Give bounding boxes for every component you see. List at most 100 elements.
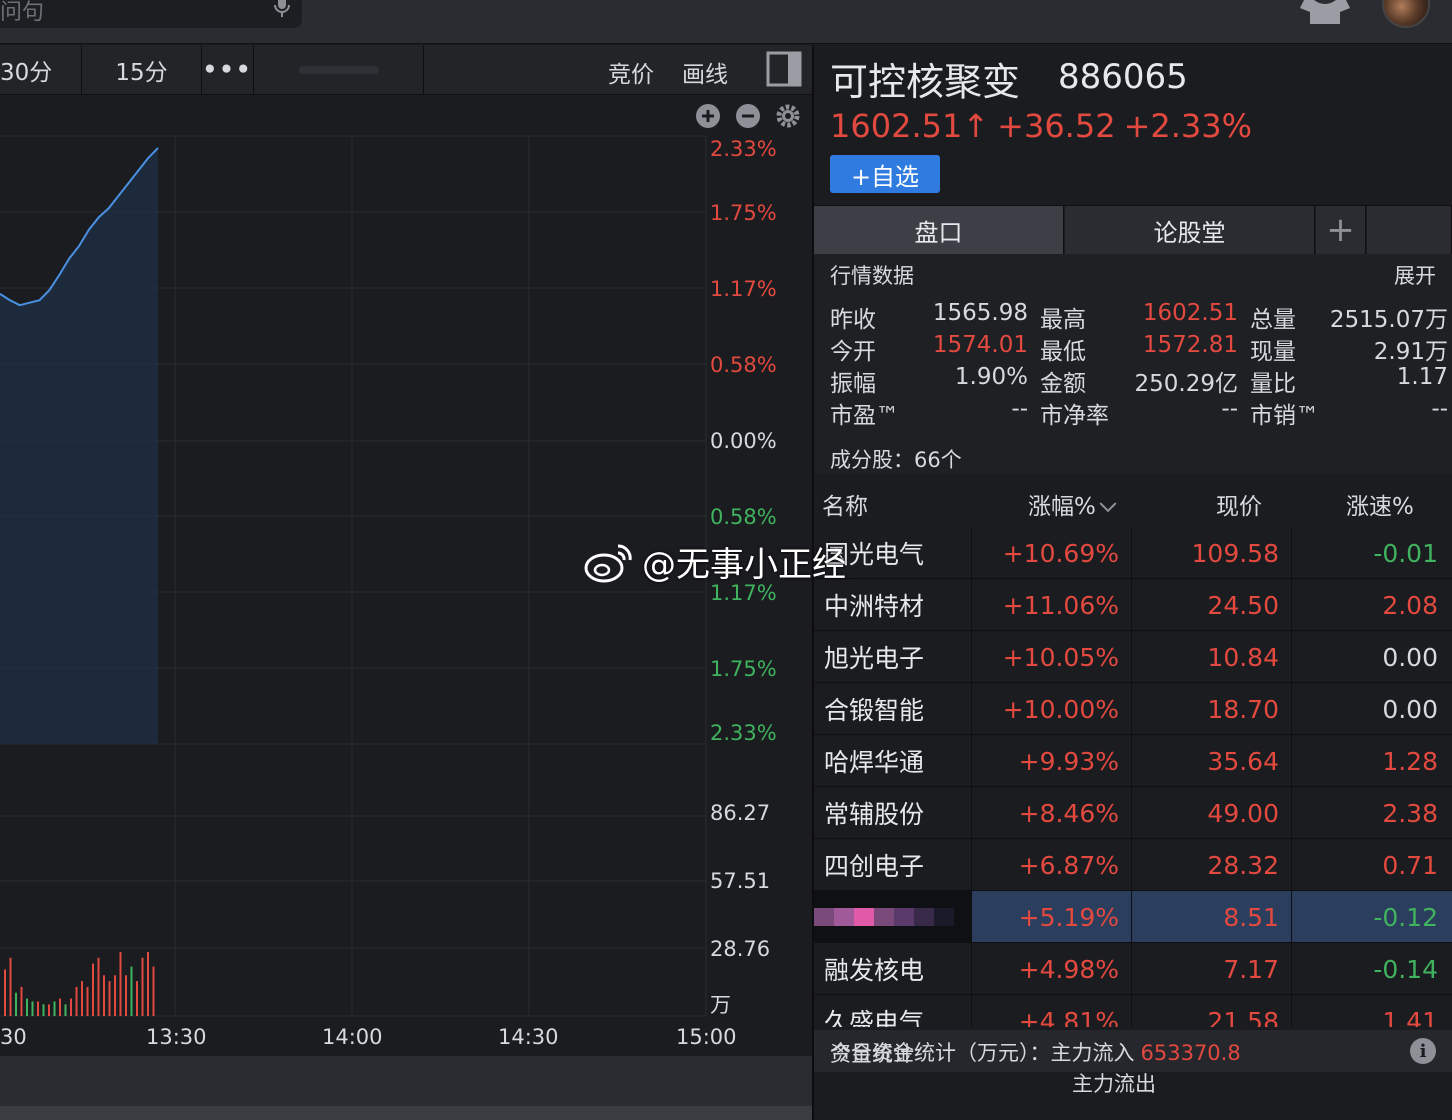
- skin-shirt-icon[interactable]: [1300, 0, 1350, 24]
- weibo-logo-icon: [584, 544, 632, 583]
- header-change-label: 涨幅%: [1028, 494, 1096, 520]
- expand-button[interactable]: 展开: [1394, 260, 1436, 290]
- stock-detail-panel: 可控核聚变 886065 1602.51↑ +36.52 +2.33% +自选 盘口…: [814, 45, 1452, 1120]
- chart-scrollbar[interactable]: [0, 1106, 812, 1120]
- speed-cell: 1.41: [1382, 1006, 1438, 1028]
- stock-name-cell[interactable]: 融发核电: [814, 943, 972, 995]
- detail-tabs: 盘口 论股堂 +: [814, 205, 1452, 254]
- speed-cell: -0.14: [1373, 954, 1438, 984]
- price-cell: 49.00: [1132, 787, 1292, 839]
- zoom-out-icon[interactable]: [736, 104, 760, 128]
- add-tab-button[interactable]: +: [1316, 206, 1366, 254]
- volume-bar: [37, 1001, 39, 1016]
- stock-name-cell[interactable]: 四创电子: [814, 839, 972, 891]
- volume-bar: [147, 952, 149, 1016]
- volume-bar: [141, 957, 144, 1016]
- volume-axis-label: 86.27: [710, 801, 770, 825]
- tab-pankou[interactable]: 盘口: [814, 206, 1064, 254]
- add-to-watchlist-button[interactable]: +自选: [830, 155, 940, 193]
- zoom-in-icon[interactable]: [696, 104, 720, 128]
- stock-name-cell[interactable]: 久盛电气: [814, 995, 972, 1027]
- quote-label: 今开: [830, 339, 876, 365]
- quote-row: 今开 1574.01 最低 1572.81 现量 2.91万: [814, 332, 1452, 365]
- quote-label: 市销™: [1250, 403, 1319, 429]
- info-icon[interactable]: i: [1410, 1038, 1436, 1064]
- header-price[interactable]: 现价: [1216, 487, 1262, 521]
- change-pct-cell: +10.05%: [972, 631, 1132, 683]
- search-box[interactable]: 问句: [0, 0, 302, 28]
- chart-status-bar: [0, 1056, 812, 1106]
- speed-cell: 0.71: [1382, 850, 1438, 880]
- pct-axis-label: 1.17%: [710, 277, 777, 301]
- volume-bar: [103, 975, 105, 1016]
- chart-toolbar: 30分 15分 ••• 竞价 画线: [0, 45, 812, 95]
- tab-spacer: [1367, 206, 1452, 254]
- time-axis-label: 14:00: [322, 1025, 383, 1049]
- header-speed[interactable]: 涨速%: [1346, 487, 1414, 521]
- quote-row: 振幅 1.90% 金额 250.29亿 量比 1.17: [814, 364, 1452, 397]
- stock-name-cell[interactable]: 合锻智能: [814, 683, 972, 735]
- volume-bar: [125, 975, 127, 1016]
- change-pct-cell: +4.81%: [972, 995, 1132, 1027]
- volume-bar: [59, 998, 61, 1016]
- pct-axis-label: 0.58%: [710, 505, 777, 529]
- microphone-icon[interactable]: [270, 0, 294, 18]
- list-row[interactable]: 融发核电 +4.98% 7.17 -0.14: [814, 943, 1452, 995]
- price-cell: 8.51: [1132, 891, 1292, 943]
- stock-code: 886065: [1058, 57, 1188, 97]
- stock-name-cell[interactable]: 旭光电子: [814, 631, 972, 683]
- change-pct-cell: +10.69%: [972, 527, 1132, 579]
- stock-name-cell[interactable]: 常辅股份: [814, 787, 972, 839]
- list-row[interactable]: +5.19% 8.51 -0.12: [814, 891, 1452, 943]
- quote-label: 最高: [1040, 307, 1086, 333]
- panel-layout-icon[interactable]: [766, 51, 802, 87]
- volume-axis-label: 万: [710, 993, 731, 1017]
- settings-gear-icon[interactable]: [776, 104, 800, 128]
- quote-label: 振幅: [830, 371, 876, 397]
- speed-cell: -0.01: [1373, 538, 1438, 568]
- bidding-button[interactable]: 竞价: [608, 55, 654, 89]
- period-30min-tab[interactable]: 30分: [0, 45, 82, 95]
- stock-name-cell[interactable]: 哈焊华通: [814, 735, 972, 787]
- list-row[interactable]: 合锻智能 +10.00% 18.70 0.00: [814, 683, 1452, 735]
- price-change: +36.52: [997, 107, 1116, 145]
- time-axis-label: 15:00: [676, 1025, 737, 1049]
- pct-axis-label: 1.75%: [710, 657, 777, 681]
- list-row[interactable]: 哈焊华通 +9.93% 35.64 1.28: [814, 735, 1452, 787]
- volume-bar: [64, 1004, 67, 1016]
- volume-bar: [70, 998, 72, 1016]
- quote-value: 1.90%: [954, 364, 1028, 390]
- price-line: 1602.51↑ +36.52 +2.33%: [830, 107, 1260, 145]
- quote-row: 昨收 1565.98 最高 1602.51 总量 2515.07万: [814, 300, 1452, 333]
- user-avatar[interactable]: [1382, 0, 1430, 28]
- list-row[interactable]: 四创电子 +6.87% 28.32 0.71: [814, 839, 1452, 891]
- price-cell: 18.70: [1132, 683, 1292, 735]
- weibo-watermark: @无事小正经: [584, 536, 846, 586]
- change-pct-cell: +10.00%: [972, 683, 1132, 735]
- search-input[interactable]: 问句: [0, 0, 44, 26]
- more-periods-button[interactable]: •••: [202, 45, 254, 95]
- price-cell: 109.58: [1132, 527, 1292, 579]
- volume-bar: [114, 975, 116, 1016]
- constituent-list-header: 名称 涨幅% 现价 涨速%: [814, 475, 1452, 527]
- list-row[interactable]: 久盛电气 +4.81% 21.58 1.41: [814, 995, 1452, 1027]
- blur-placeholder: [298, 66, 379, 74]
- period-15min-tab[interactable]: 15分: [82, 45, 202, 95]
- list-row[interactable]: 中洲特材 +11.06% 24.50 2.08: [814, 579, 1452, 631]
- list-row[interactable]: 国光电气 +10.69% 109.58 -0.01: [814, 527, 1452, 579]
- constituent-list[interactable]: 国光电气 +10.69% 109.58 -0.01 中洲特材 +11.06% 24.50 2.…: [814, 527, 1452, 1027]
- tab-lungutang[interactable]: 论股堂: [1065, 206, 1315, 254]
- quote-label: 昨收: [830, 307, 876, 333]
- volume-bar: [31, 1001, 34, 1016]
- stock-name: 可控核聚变: [830, 60, 1021, 104]
- draw-line-button[interactable]: 画线: [682, 55, 728, 89]
- list-row[interactable]: 常辅股份 +8.46% 49.00 2.38: [814, 787, 1452, 839]
- constituents-count: 成分股：66个: [830, 448, 962, 472]
- stock-name-cell[interactable]: [814, 891, 972, 943]
- header-change-sort[interactable]: 涨幅%: [1028, 487, 1117, 521]
- pct-axis-label: 2.33%: [710, 137, 777, 161]
- header-name[interactable]: 名称: [822, 487, 868, 521]
- stock-name-cell[interactable]: 中洲特材: [814, 579, 972, 631]
- list-row[interactable]: 旭光电子 +10.05% 10.84 0.00: [814, 631, 1452, 683]
- volume-bar: [136, 981, 138, 1016]
